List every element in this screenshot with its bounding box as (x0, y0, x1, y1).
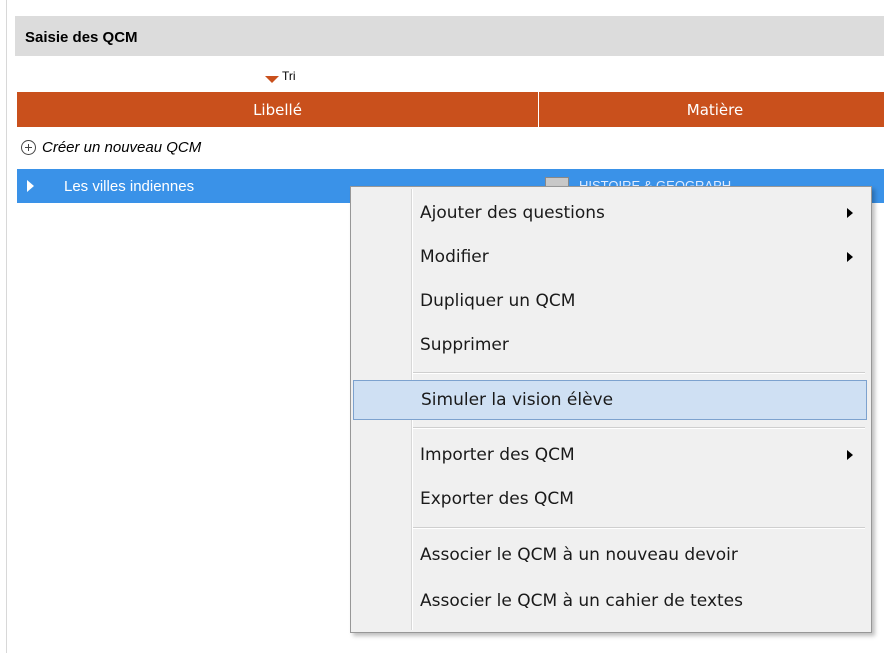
menu-item-label: Associer le QCM à un nouveau devoir (420, 545, 738, 565)
menu-separator (413, 527, 865, 529)
context-menu: Ajouter des questions Modifier Dupliquer… (350, 186, 872, 633)
menu-item-ajouter-questions[interactable]: Ajouter des questions (353, 193, 867, 233)
menu-item-supprimer[interactable]: Supprimer (353, 325, 867, 365)
menu-item-label: Associer le QCM à un cahier de textes (420, 591, 743, 611)
menu-item-label: Simuler la vision élève (421, 390, 614, 410)
menu-item-label: Importer des QCM (420, 445, 575, 465)
table-header: Libellé Matière (17, 92, 884, 127)
expand-arrow-icon[interactable] (27, 180, 34, 192)
create-qcm-label: Créer un nouveau QCM (42, 138, 202, 156)
sort-control[interactable]: Tri (265, 66, 296, 86)
add-circle-icon (21, 139, 36, 155)
menu-separator (413, 427, 865, 429)
submenu-arrow-icon (847, 252, 853, 262)
menu-item-exporter[interactable]: Exporter des QCM (353, 479, 867, 519)
menu-item-modifier[interactable]: Modifier (353, 237, 867, 277)
sort-label: Tri (282, 69, 296, 83)
column-header-libelle[interactable]: Libellé (17, 92, 539, 127)
menu-item-label: Supprimer (420, 335, 509, 355)
menu-item-simuler-vision[interactable]: Simuler la vision élève (353, 380, 867, 420)
panel-header: Saisie des QCM (15, 16, 884, 56)
qcm-title: Les villes indiennes (64, 177, 195, 195)
sort-arrow-icon (265, 75, 279, 83)
column-header-matiere[interactable]: Matière (539, 92, 884, 127)
menu-item-label: Exporter des QCM (420, 489, 574, 509)
menu-item-label: Dupliquer un QCM (420, 291, 576, 311)
submenu-arrow-icon (847, 450, 853, 460)
menu-separator (413, 372, 865, 374)
submenu-arrow-icon (847, 208, 853, 218)
menu-item-associer-cahier[interactable]: Associer le QCM à un cahier de textes (353, 581, 867, 621)
create-qcm-row[interactable]: Créer un nouveau QCM (17, 131, 884, 163)
panel-title: Saisie des QCM (25, 29, 138, 46)
menu-item-label: Ajouter des questions (420, 203, 605, 223)
menu-item-associer-devoir[interactable]: Associer le QCM à un nouveau devoir (353, 535, 867, 575)
menu-item-label: Modifier (420, 247, 489, 267)
menu-item-dupliquer[interactable]: Dupliquer un QCM (353, 281, 867, 321)
menu-item-importer[interactable]: Importer des QCM (353, 435, 867, 475)
